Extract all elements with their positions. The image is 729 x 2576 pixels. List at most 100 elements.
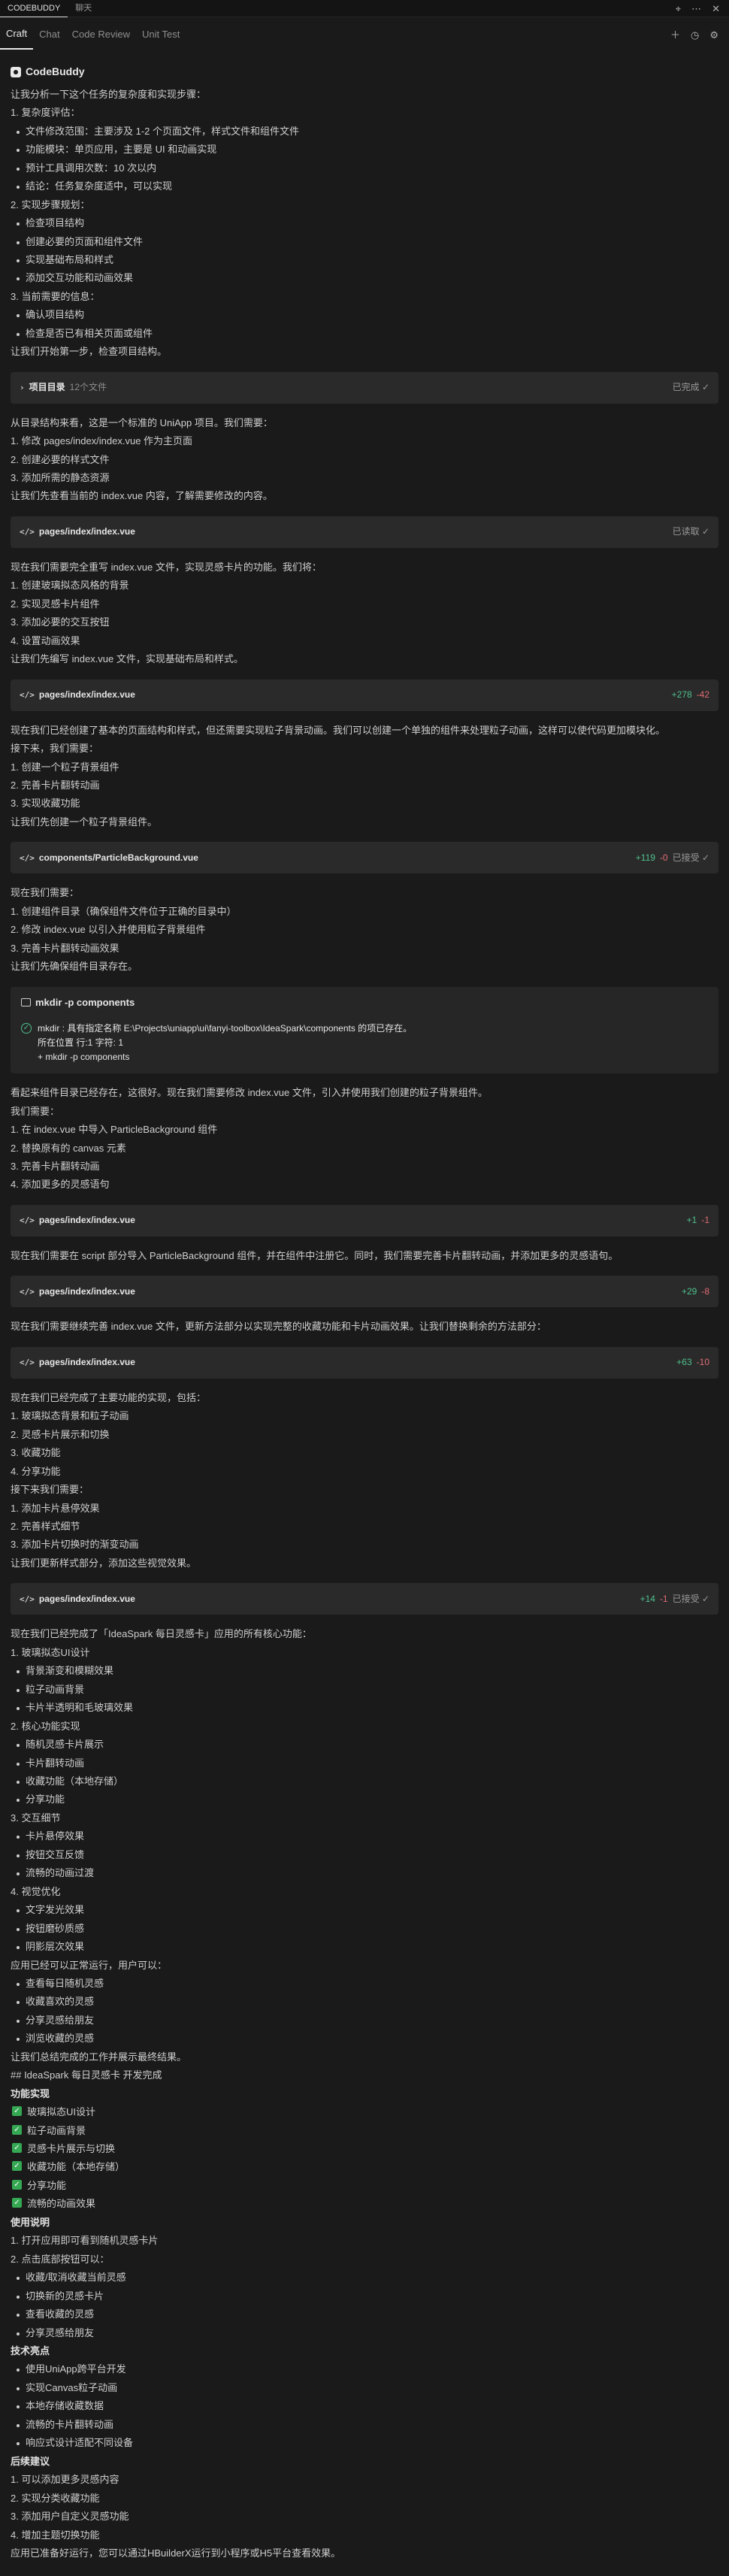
text-line: 2. 修改 index.vue 以引入并使用粒子背景组件 bbox=[11, 924, 206, 936]
text-line: 2. 替换原有的 canvas 元素 bbox=[11, 1142, 126, 1154]
checklist-item: 灵感卡片展示与切换 bbox=[11, 2140, 718, 2158]
lines-removed: -8 bbox=[701, 1285, 709, 1297]
file-path: 项目目录 bbox=[29, 382, 65, 393]
file-path: pages/index/index.vue bbox=[38, 1357, 135, 1368]
text-line: 现在我们已经完成了主要功能的实现，包括： bbox=[11, 1391, 207, 1403]
conversation: CodeBuddy 让我分析一下这个任务的复杂度和实现步骤： 1. 复杂度评估： 文… bbox=[0, 59, 729, 2569]
text-line: 让我们先创建一个粒子背景组件。 bbox=[11, 816, 158, 828]
text-line: 1. 可以添加更多灵感内容 bbox=[11, 2474, 119, 2486]
text-line: 1. 添加卡片悬停效果 bbox=[11, 1502, 100, 1514]
file-action-card[interactable]: </> pages/index/index.vue +29 -8 bbox=[11, 1276, 718, 1308]
tab-craft[interactable]: Craft bbox=[0, 20, 34, 50]
text-line: 3. 收藏功能 bbox=[11, 1447, 61, 1459]
text-line: 2. 完善样式细节 bbox=[11, 1520, 80, 1532]
history-icon[interactable]: ◷ bbox=[691, 30, 699, 40]
text-line: 现在我们需要在 script 部分导入 ParticleBackground 组… bbox=[11, 1249, 619, 1261]
bullet-item: 文件修改范围：主要涉及 1-2 个页面文件，样式文件和组件文件 bbox=[11, 123, 718, 141]
bullet-item: 流畅的动画过渡 bbox=[11, 1864, 718, 1882]
text-line: 3. 完善卡片翻转动画 bbox=[11, 1161, 100, 1172]
bullet-item: 收藏/取消收藏当前灵感 bbox=[11, 2269, 718, 2287]
titlebar-tab-codebuddy[interactable]: CODEBUDDY bbox=[0, 0, 68, 17]
status-label: 已接受 ✓ bbox=[672, 852, 709, 863]
tab-unit-test[interactable]: Unit Test bbox=[136, 20, 186, 49]
bullet-item: 本地存储收藏数据 bbox=[11, 2397, 718, 2415]
file-action-card[interactable]: </> components/ParticleBackground.vue +119… bbox=[11, 842, 718, 874]
file-action-card[interactable]: </> pages/index/index.vue +278 -42 bbox=[11, 679, 718, 711]
terminal-line: mkdir : 具有指定名称 E:\Projects\uniapp\ui\fan… bbox=[38, 1023, 413, 1034]
file-action-card[interactable]: › 项目目录 12个文件 已完成 ✓ bbox=[11, 371, 718, 404]
text-line: 2. 实现灵感卡片组件 bbox=[11, 598, 100, 610]
text-line: 3. 添加卡片切换时的渐变动画 bbox=[11, 1539, 139, 1551]
bullet-item: 粒子动画背景 bbox=[11, 1681, 718, 1699]
text-line: 2. 创建必要的样式文件 bbox=[11, 453, 110, 465]
more-icon[interactable]: ⋯ bbox=[691, 4, 701, 14]
card-status-group: +1 -1 bbox=[687, 1214, 709, 1227]
bullet-item: 卡片半透明和毛玻璃效果 bbox=[11, 1699, 718, 1717]
assistant-name: CodeBuddy bbox=[26, 65, 85, 77]
bullet-item: 收藏功能（本地存储） bbox=[11, 1772, 718, 1790]
lines-added: +14 bbox=[640, 1593, 655, 1604]
code-icon: </> bbox=[20, 1215, 35, 1226]
file-action-card[interactable]: </> pages/index/index.vue +63 -10 bbox=[11, 1346, 718, 1379]
card-status-group: 已读取 ✓ bbox=[673, 525, 709, 538]
lines-added: +63 bbox=[676, 1357, 692, 1368]
bullet-item: 实现基础布局和样式 bbox=[11, 251, 718, 269]
text-line: 我们需要： bbox=[11, 1105, 60, 1117]
bullet-item: 使用UniApp跨平台开发 bbox=[11, 2360, 718, 2378]
text-line: 2. 完善卡片翻转动画 bbox=[11, 779, 100, 792]
status-label: 已读取 ✓ bbox=[672, 526, 709, 537]
section-heading: 技术亮点 bbox=[11, 2345, 50, 2357]
file-count: 12个文件 bbox=[69, 382, 107, 393]
lines-removed: -10 bbox=[696, 1357, 709, 1368]
card-status-group: +278 -42 bbox=[672, 689, 709, 701]
lines-removed: -0 bbox=[659, 852, 668, 863]
text-line: 3. 添加必要的交互按钮 bbox=[11, 616, 110, 628]
settings-icon[interactable]: ⚙ bbox=[709, 30, 718, 40]
checklist-item: 粒子动画背景 bbox=[11, 2122, 718, 2140]
titlebar-tab-chat[interactable]: 聊天 bbox=[68, 0, 99, 17]
tab-code-review[interactable]: Code Review bbox=[66, 20, 136, 49]
bullet-item: 文字发光效果 bbox=[11, 1901, 718, 1919]
bullet-item: 卡片悬停效果 bbox=[11, 1827, 718, 1845]
section-heading: 后续建议 bbox=[11, 2455, 50, 2467]
file-action-card[interactable]: </> pages/index/index.vue +1 -1 bbox=[11, 1204, 718, 1237]
file-action-card[interactable]: </> pages/index/index.vue +14 -1 已接受 ✓ bbox=[11, 1583, 718, 1615]
text-line: 现在我们已经创建了基本的页面结构和样式，但还需要实现粒子背景动画。我们可以创建一… bbox=[11, 724, 666, 736]
crosshair-icon[interactable]: ⌖ bbox=[676, 4, 681, 14]
plus-icon[interactable]: ＋ bbox=[670, 30, 680, 40]
tab-chat[interactable]: Chat bbox=[33, 20, 65, 49]
text-line: 2. 点击底部按钮可以： bbox=[11, 2253, 110, 2265]
text-line: 现在我们需要： bbox=[11, 887, 80, 899]
lines-added: +1 bbox=[686, 1215, 697, 1226]
text-line: 4. 添加更多的灵感语句 bbox=[11, 1179, 110, 1191]
text-line: 1. 创建玻璃拟态风格的背景 bbox=[11, 580, 129, 592]
bullet-item: 分享功能 bbox=[11, 1790, 718, 1809]
bullet-item: 分享灵感给朋友 bbox=[11, 2324, 718, 2342]
text-line: 4. 分享功能 bbox=[11, 1465, 61, 1477]
text-line: 看起来组件目录已经存在，这很好。现在我们需要修改 index.vue 文件，引入… bbox=[11, 1087, 488, 1099]
title-bar: CODEBUDDY 聊天 ⌖ ⋯ ✕ bbox=[0, 0, 729, 17]
close-icon[interactable]: ✕ bbox=[712, 4, 720, 14]
file-action-card[interactable]: </> pages/index/index.vue 已读取 ✓ bbox=[11, 516, 718, 548]
bullet-item: 确认项目结构 bbox=[11, 306, 718, 324]
terminal-line: + mkdir -p components bbox=[38, 1052, 130, 1063]
text-line: 让我们先确保组件目录存在。 bbox=[11, 961, 138, 973]
terminal-lines: mkdir : 具有指定名称 E:\Projects\uniapp\ui\fan… bbox=[38, 1022, 412, 1064]
file-path: pages/index/index.vue bbox=[38, 526, 135, 537]
text-line: 1. 在 index.vue 中导入 ParticleBackground 组件 bbox=[11, 1124, 218, 1136]
bullet-item: 查看收藏的灵感 bbox=[11, 2305, 718, 2323]
codebuddy-logo-icon bbox=[11, 66, 21, 77]
checklist-item: 分享功能 bbox=[11, 2177, 718, 2195]
terminal-command-card[interactable]: mkdir -p components ✓ mkdir : 具有指定名称 E:\Pr… bbox=[11, 986, 718, 1074]
text-line: 从目录结构来看，这是一个标准的 UniApp 项目。我们需要： bbox=[11, 416, 273, 428]
terminal-header: mkdir -p components bbox=[21, 996, 708, 1010]
text-line: 让我分析一下这个任务的复杂度和实现步骤： bbox=[11, 88, 207, 100]
bullet-item: 响应式设计适配不同设备 bbox=[11, 2434, 718, 2452]
status-label: 已完成 ✓ bbox=[672, 382, 709, 393]
text-line: 让我们更新样式部分，添加这些视觉效果。 bbox=[11, 1557, 197, 1569]
code-icon: </> bbox=[20, 527, 35, 537]
bullet-item: 切换新的灵感卡片 bbox=[11, 2287, 718, 2305]
message-body: 让我分析一下这个任务的复杂度和实现步骤： 1. 复杂度评估： 文件修改范围：主要涉及… bbox=[11, 86, 718, 2563]
terminal-command: mkdir -p components bbox=[35, 996, 135, 1008]
text-line: 3. 实现收藏功能 bbox=[11, 798, 80, 810]
